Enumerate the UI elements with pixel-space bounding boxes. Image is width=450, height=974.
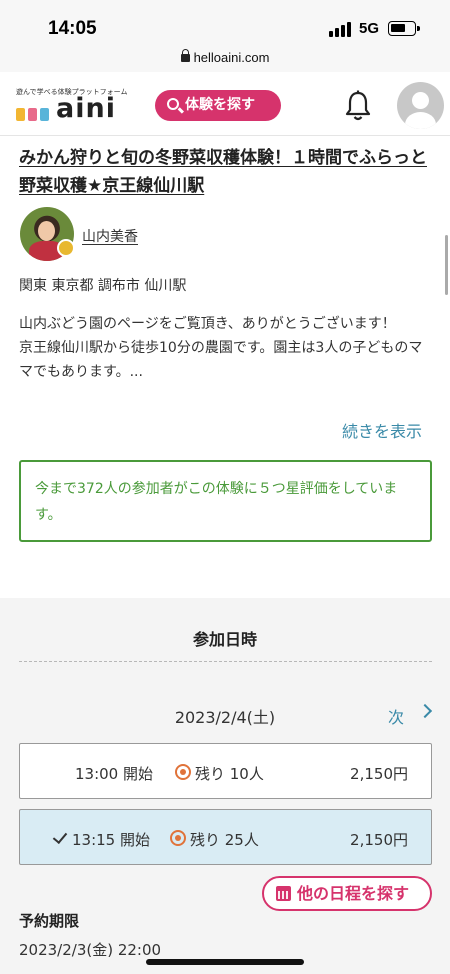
home-indicator[interactable] [146,959,304,965]
search-button-label: 体験を探す [185,97,255,113]
slot-start-time: 13:00 開始 [75,765,153,783]
site-header: 遊んで学べる体験プラットフォーム aini 体験を探す [0,74,450,136]
deadline-label: 予約期限 [19,912,80,930]
next-date-link[interactable]: 次 [388,704,404,728]
logo-mark-icon [16,99,54,121]
calendar-icon [276,886,291,901]
selected-date: 2023/2/4(土) [174,708,276,727]
host-name-link[interactable]: 山内美香 [82,226,138,246]
address-bar[interactable]: helloaini.com [0,49,450,72]
time-slot[interactable]: 13:00 開始 残り 10人 2,150円 [19,743,432,799]
search-experience-button[interactable]: 体験を探す [155,90,281,121]
slot-remaining: 残り 25人 [190,831,259,849]
other-dates-button[interactable]: 他の日程を探す [262,876,432,911]
slot-start-time: 13:15 開始 [72,831,150,849]
lock-icon [180,49,190,62]
battery-icon [388,21,420,36]
section-divider [19,661,432,662]
bell-icon[interactable] [343,90,373,122]
rating-notice: 今まで372人の参加者がこの体験に５つ星評価をしています。 [19,460,432,542]
target-icon [170,830,186,846]
url-text: helloaini.com [193,50,270,65]
show-more-link[interactable]: 続きを表示 [342,418,422,442]
network-type: 5G [359,20,380,37]
aini-logo[interactable]: 遊んで学べる体験プラットフォーム aini [16,87,136,127]
check-icon [52,828,68,845]
experience-title[interactable]: みかん狩りと旬の冬野菜収穫体験！１時間でふらっと野菜収穫★京王線仙川駅 [19,144,439,200]
cellular-signal-icon [329,21,353,37]
status-bar: 14:05 5G [0,0,450,50]
search-icon [167,98,179,110]
other-dates-label: 他の日程を探す [297,884,410,903]
scrollbar[interactable] [445,235,448,295]
slot-price: 2,150円 [350,765,408,783]
time-slot-selected[interactable]: 13:15 開始 残り 25人 2,150円 [19,809,432,865]
slot-remaining: 残り 10人 [195,765,264,783]
target-icon [175,764,191,780]
experience-description: 山内ぶどう園のページをご覧頂き、ありがとうございます！ 京王線仙川駅から徒歩10… [19,316,423,380]
deadline-value: 2023/2/3(金) 22:00 [19,941,162,959]
schedule-title: 参加日時 [192,630,257,649]
slot-price: 2,150円 [350,831,408,849]
host-badge-icon [57,239,75,257]
experience-location: 関東 東京都 調布市 仙川駅 [19,278,187,294]
user-avatar[interactable] [397,82,444,129]
schedule-section: 参加日時 2023/2/4(土) 次 13:00 開始 残り 10人 2,150… [0,598,450,974]
status-time: 14:05 [48,18,97,39]
logo-word: aini [56,93,116,124]
